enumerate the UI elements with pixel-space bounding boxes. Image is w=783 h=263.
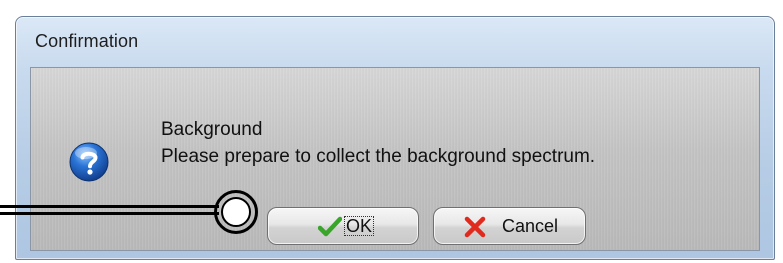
x-icon [463, 216, 487, 238]
ok-button-label: OK [344, 216, 375, 236]
question-icon [69, 142, 109, 182]
callout-line [0, 212, 219, 215]
callout-line [0, 205, 219, 208]
ok-button[interactable]: OK [267, 207, 419, 245]
message-text: Please prepare to collect the background… [161, 146, 596, 167]
checkmark-icon [317, 216, 343, 238]
cancel-button[interactable]: Cancel [433, 207, 586, 245]
dialog-title: Confirmation [35, 31, 139, 51]
message-title: Background [161, 119, 263, 140]
cancel-button-label: Cancel [502, 216, 559, 236]
dialog-content: Background Please prepare to collect the… [30, 67, 760, 251]
callout-marker [214, 190, 258, 234]
title-bar[interactable]: Confirmation [16, 17, 774, 65]
confirmation-dialog: Confirmation Background Please prepare t… [15, 16, 775, 260]
